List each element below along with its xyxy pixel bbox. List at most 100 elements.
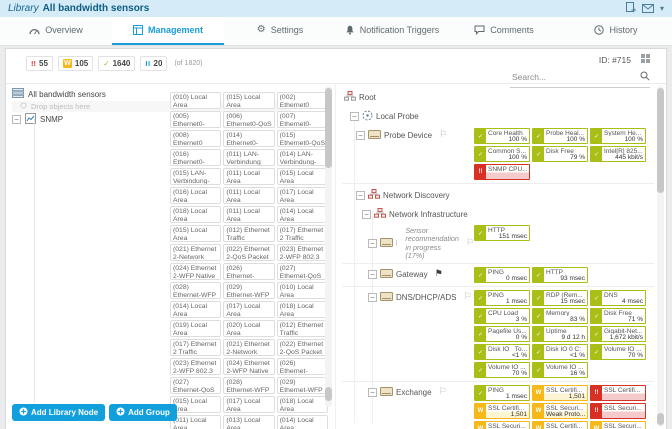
library-sensor-cell[interactable]: (002) Ethernet0 Traffic [276,92,328,109]
library-sensor-cell[interactable]: (026) Ethernet-Network [276,358,328,375]
sensor-memory[interactable]: ✓ Memory 83 % [532,308,588,325]
library-sensor-cell[interactable]: (011) Local Area [223,187,275,204]
library-sensor-cell[interactable]: (017) Ethernet 2 Traffic [276,225,328,242]
sensor-disk-io-0-c[interactable]: ✓ Disk IO 0 C: <1 % [532,344,588,361]
add-library-node-button[interactable]: Add Library Node [12,404,106,421]
tab-settings[interactable]: ⚙ Settings [224,17,336,45]
library-sensor-cell[interactable]: (019) Local Area [170,320,222,337]
library-sensor-cell[interactable]: (016) Ethernet0-WFP 802.3 [170,149,222,166]
library-sensor-cell[interactable]: (028) Ethernet-WFP 802.3 [170,282,222,299]
library-sensor-cell[interactable]: (011) Local Area [223,168,275,185]
library-sensor-cell[interactable]: (022) Ethernet 2-QoS Packet [223,244,275,261]
library-sensor-cell[interactable]: (015) Local Area [170,225,222,242]
library-sensor-cell[interactable]: (017) Ethernet 2 Traffic [170,339,222,356]
library-sensor-cell[interactable]: (015) Local Area [223,92,275,109]
sensor-ping[interactable]: ✓ PING 1 msec [474,290,530,307]
library-sensor-cell[interactable]: (012) Ethernet Traffic [276,320,328,337]
scrollbar-thumb[interactable] [325,387,332,401]
sensor-ssl-securi[interactable]: !! SSL Securi... [590,403,646,420]
library-sensor-cell[interactable]: (018) Local Area [170,206,222,223]
sensor-probe-heal[interactable]: ✓ Probe Heal... 100 % [532,128,588,144]
library-sensor-cell[interactable]: (017) Local Area [223,396,275,413]
library-sensor-cell[interactable]: (014) Local Area [276,415,328,429]
library-sensor-cell[interactable]: (008) Ethernet0 Traffic [170,130,222,147]
tree-node[interactable]: − Probe Device ⚐ [356,128,474,141]
tab-management[interactable]: Management [112,17,224,45]
tree-node[interactable]: − Network Infrastructure [362,206,654,220]
library-sensor-cell[interactable]: (014) Ethernet0-WFP Native [223,130,275,147]
library-sensor-cell[interactable]: (010) Local Area [276,282,328,299]
flag-icon[interactable]: ⚑ [435,270,443,279]
sensor-cpu-load[interactable]: ✓ CPU Load 3 % [474,308,530,325]
library-sensor-cell[interactable]: (012) Ethernet Traffic [223,225,275,242]
sensor-volume-io[interactable]: ✓ Volume IO ... 70 % [590,344,646,361]
library-sensor-cell[interactable]: (017) Local Area [223,301,275,318]
collapse-icon[interactable]: − [356,131,365,140]
sensor-disk-io-to[interactable]: ✓ Disk IO _To... <1 % [474,344,530,361]
library-sensor-cell[interactable]: (022) Ethernet 2-QoS Packet [276,339,328,356]
tree-node[interactable]: − DNS/DHCP/ADS ⚐ [368,290,474,303]
multi-edit-grid-icon[interactable] [641,54,650,65]
library-sensor-cell[interactable]: (021) Ethernet 2-Network [223,339,275,356]
library-sensor-cell[interactable]: (029) Ethernet-WFP Native [276,377,328,394]
library-sensor-cell[interactable]: (020) Local Area [223,320,275,337]
library-sensor-cell[interactable]: (028) Ethernet-WFP 802.3 [223,377,275,394]
library-sensor-cell[interactable]: (024) Ethernet 2-WFP Native [170,263,222,280]
sensor-ssl-securi[interactable]: WSSL Securi...Weak Proto... [590,421,646,429]
tree-node[interactable]: Root [344,89,654,103]
collapse-icon[interactable]: − [12,115,21,124]
tab-comments[interactable]: Comments [448,17,560,45]
collapse-icon[interactable]: − [368,293,377,303]
library-sensor-cell[interactable]: (023) Ethernet 2-WFP 802.3 [170,358,222,375]
collapse-icon[interactable]: − [368,239,377,249]
status-badge-error[interactable]: !! 55 [26,56,53,71]
sensor-ping[interactable]: ✓ PING 0 msec [474,267,530,284]
sensor-http[interactable]: ✓ HTTP 93 msec [532,267,588,284]
library-sensor-cell[interactable]: (016) Local Area [170,187,222,204]
library-sensor-cell[interactable]: (027) Ethernet-QoS Packet [276,263,328,280]
sensor-volume-io[interactable]: ✓ Volume IO ... 70 % [474,362,530,379]
sensor-disk-free[interactable]: ✓ Disk Free 71 % [590,308,646,325]
library-sensor-cell[interactable]: (027) Ethernet-QoS Packet [170,377,222,394]
library-sensor-cell[interactable]: (007) Ethernet0-WFP 802.3 [276,111,328,128]
status-badge-ok[interactable]: ✓ 1640 [98,56,136,71]
library-sensor-cell[interactable]: (023) Ethernet 2-WFP 802.3 [276,244,328,261]
library-sensor-cell[interactable]: (014) Local Area [276,206,328,223]
sensor-system-he[interactable]: ✓ System He... 100 % [590,128,646,144]
library-sensor-cell[interactable]: (015) Local Area [170,396,222,413]
sensor-http[interactable]: ✓ HTTP 151 msec [474,225,530,241]
caret-down-icon[interactable]: ▾ [660,4,664,13]
sensor-gigabit-net[interactable]: ✓ Gigabit-Net... 1,672 kbit/s [590,326,646,343]
collapse-icon[interactable]: − [362,209,371,219]
add-group-button[interactable]: Add Group [109,404,177,421]
library-sensor-cell[interactable]: (006) Ethernet0-QoS Packet [223,111,275,128]
library-sensor-cell[interactable]: (011) Local Area [170,415,222,429]
sensor-ping[interactable]: ✓ PING 1 msec [474,385,530,402]
flag-icon[interactable]: ⚐ [463,293,471,302]
sensor-dns[interactable]: ✓ DNS 4 msec [590,290,646,307]
sensor-ssl-certifi[interactable]: WSSL Certifi...1,501 [474,403,530,420]
scrollbar-thumb[interactable] [657,88,664,193]
flag-icon[interactable]: ⚐ [439,131,447,140]
sensor-ssl-securi[interactable]: WSSL Securi...Weak Proto... [474,421,530,429]
email-icon[interactable] [641,0,654,18]
library-sensor-cell[interactable]: (005) Ethernet0-WFP Native [170,111,222,128]
library-sensor-cell[interactable]: (013) Local Area [223,415,275,429]
library-sensor-cell[interactable]: (011) Local Area [223,206,275,223]
library-sensor-cell[interactable]: (017) Local Area [276,187,328,204]
sensor-disk-free[interactable]: ✓ Disk Free 79 % [532,146,588,162]
library-sensor-cell[interactable]: (010) Local Area [170,92,222,109]
sensor-ssl-certifi[interactable]: !! SSL Certifi... [590,385,646,402]
flag-icon[interactable]: ⚐ [466,239,474,248]
tab-notification-triggers[interactable]: Notification Triggers [336,17,448,45]
sensor-ssl-securi[interactable]: WSSL Securi...Weak Proto... [532,403,588,420]
sensor-ssl-certifi[interactable]: WSSL Certifi...1,501 [532,421,588,429]
tab-history[interactable]: History [560,17,672,45]
tree-node[interactable]: − Local Probe [350,108,654,123]
new-window-icon[interactable] [625,0,636,18]
tree-node[interactable]: − Gateway ⚑ [368,267,474,280]
library-sensor-cell[interactable]: (029) Ethernet-WFP Native [223,282,275,299]
tree-node[interactable]: −Inte...Sensor recommendation in progres… [368,225,474,260]
search-input[interactable] [510,71,640,83]
collapse-icon[interactable]: − [350,112,359,121]
